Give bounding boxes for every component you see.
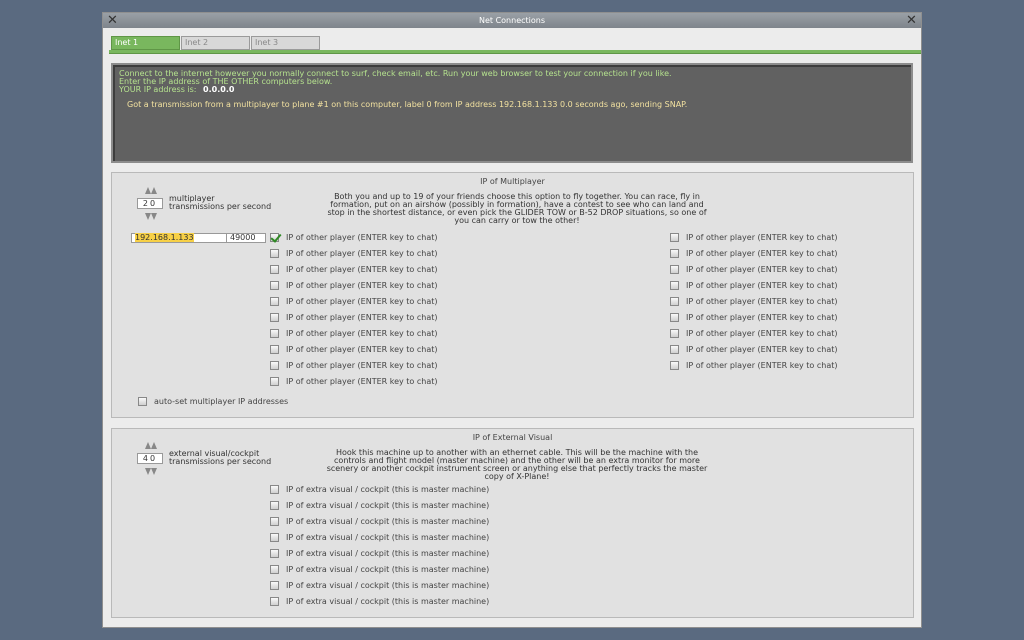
external-rate-spinner[interactable]: 40 (137, 442, 163, 478)
multiplayer-rate-spinner[interactable]: 20 (137, 187, 163, 223)
player-ip-label: IP of other player (ENTER key to chat) (686, 345, 838, 354)
multiplayer-description: Both you and up to 19 of your friends ch… (292, 193, 742, 225)
extra-visual-ip-label: IP of extra visual / cockpit (this is ma… (286, 549, 490, 558)
player-ip-label: IP of other player (ENTER key to chat) (686, 265, 838, 274)
extra-visual-ip-checkbox[interactable] (270, 501, 279, 510)
multiplayer-rate-label-2: transmissions per second (169, 202, 272, 211)
extra-visual-ip-label: IP of extra visual / cockpit (this is ma… (286, 597, 490, 606)
external-description: Hook this machine up to another with an … (292, 449, 742, 481)
player-ip-checkbox[interactable] (670, 345, 679, 354)
spinner-arrows-icon[interactable] (145, 212, 157, 220)
external-visual-panel: IP of External Visual 40 external visual… (111, 428, 914, 618)
ip-value: 0.0.0.0 (203, 85, 235, 94)
status-console: Connect to the internet however you norm… (111, 63, 913, 163)
player-ip-checkbox[interactable] (270, 281, 279, 290)
extra-visual-ip-checkbox[interactable] (270, 533, 279, 542)
net-connections-window: ✕ Net Connections ✕ Inet 1 Inet 2 Inet 3… (102, 12, 922, 628)
window-title: Net Connections (478, 16, 546, 25)
extra-visual-ip-label: IP of extra visual / cockpit (this is ma… (286, 501, 490, 510)
extra-visual-ip-checkbox[interactable] (270, 565, 279, 574)
tab-inet-1[interactable]: Inet 1 (111, 36, 180, 50)
player-1-ip-value: 192.168.1.133 (135, 233, 194, 242)
extra-visual-ip-label: IP of extra visual / cockpit (this is ma… (286, 581, 490, 590)
extra-visual-ip-checkbox[interactable] (270, 485, 279, 494)
extra-visual-ip-checkbox[interactable] (270, 517, 279, 526)
player-ip-label: IP of other player (ENTER key to chat) (286, 329, 438, 338)
player-ip-label: IP of other player (ENTER key to chat) (686, 313, 838, 322)
extra-visual-ip-checkbox[interactable] (270, 549, 279, 558)
console-message: Got a transmission from a multiplayer to… (127, 100, 688, 109)
player-ip-checkbox[interactable] (270, 297, 279, 306)
desc-line: you can carry or tow the other! (454, 216, 580, 225)
console-ip-line: YOUR IP address is: 0.0.0.0 (119, 86, 234, 94)
desc-line: copy of X-Plane! (484, 472, 550, 481)
player-ip-checkbox[interactable] (270, 345, 279, 354)
auto-set-label: auto-set multiplayer IP addresses (154, 397, 289, 406)
player-ip-checkbox[interactable] (670, 233, 679, 242)
player-ip-checkbox[interactable] (270, 265, 279, 274)
external-rate-value[interactable]: 40 (137, 453, 163, 464)
player-ip-label: IP of other player (ENTER key to chat) (686, 249, 838, 258)
player-ip-checkbox[interactable] (270, 313, 279, 322)
spinner-arrows-icon[interactable] (145, 442, 157, 450)
spinner-arrows-icon[interactable] (145, 467, 157, 475)
extra-visual-ip-label: IP of extra visual / cockpit (this is ma… (286, 517, 490, 526)
extra-visual-ip-checkbox[interactable] (270, 597, 279, 606)
multiplayer-rate-value[interactable]: 20 (137, 198, 163, 209)
player-ip-label: IP of other player (ENTER key to chat) (686, 281, 838, 290)
player-ip-checkbox[interactable] (670, 297, 679, 306)
player-ip-label: IP of other player (ENTER key to chat) (286, 361, 438, 370)
extra-visual-ip-label: IP of extra visual / cockpit (this is ma… (286, 533, 490, 542)
player-1-port-input[interactable]: 49000 (226, 233, 266, 243)
extra-visual-ip-checkbox[interactable] (270, 581, 279, 590)
multiplayer-title: IP of Multiplayer (480, 177, 545, 186)
player-ip-checkbox[interactable] (270, 377, 279, 386)
player-ip-checkbox[interactable] (270, 249, 279, 258)
player-ip-label: IP of other player (ENTER key to chat) (686, 297, 838, 306)
player-ip-label: IP of other player (ENTER key to chat) (286, 233, 438, 242)
player-ip-label: IP of other player (ENTER key to chat) (686, 233, 838, 242)
close-icon[interactable]: ✕ (105, 13, 120, 28)
tab-inet-2[interactable]: Inet 2 (181, 36, 250, 50)
player-ip-checkbox[interactable] (670, 361, 679, 370)
external-visual-title: IP of External Visual (472, 433, 553, 442)
player-ip-label: IP of other player (ENTER key to chat) (286, 249, 438, 258)
external-rate-label-2: transmissions per second (169, 457, 272, 466)
multiplayer-panel: IP of Multiplayer 20 multiplayer transmi… (111, 172, 914, 418)
player-ip-checkbox[interactable] (670, 329, 679, 338)
player-ip-label: IP of other player (ENTER key to chat) (286, 313, 438, 322)
player-ip-checkbox[interactable] (670, 265, 679, 274)
extra-visual-ip-label: IP of extra visual / cockpit (this is ma… (286, 485, 490, 494)
player-ip-label: IP of other player (ENTER key to chat) (686, 361, 838, 370)
player-ip-checkbox[interactable] (270, 233, 279, 242)
player-ip-label: IP of other player (ENTER key to chat) (686, 329, 838, 338)
player-1-ip-input[interactable]: 192.168.1.133 (131, 233, 227, 243)
player-ip-checkbox[interactable] (270, 361, 279, 370)
tab-inet-3[interactable]: Inet 3 (251, 36, 320, 50)
player-ip-checkbox[interactable] (670, 249, 679, 258)
close-icon[interactable]: ✕ (904, 13, 919, 28)
extra-visual-ip-label: IP of extra visual / cockpit (this is ma… (286, 565, 490, 574)
auto-set-checkbox[interactable] (138, 397, 147, 406)
player-ip-label: IP of other player (ENTER key to chat) (286, 377, 438, 386)
spinner-arrows-icon[interactable] (145, 187, 157, 195)
player-ip-checkbox[interactable] (270, 329, 279, 338)
player-ip-label: IP of other player (ENTER key to chat) (286, 265, 438, 274)
player-ip-checkbox[interactable] (670, 313, 679, 322)
ip-label: YOUR IP address is: (119, 85, 197, 94)
player-ip-label: IP of other player (ENTER key to chat) (286, 297, 438, 306)
tab-underline (109, 50, 921, 54)
player-ip-checkbox[interactable] (670, 281, 679, 290)
player-ip-label: IP of other player (ENTER key to chat) (286, 345, 438, 354)
title-bar: ✕ Net Connections ✕ (103, 13, 921, 28)
player-ip-label: IP of other player (ENTER key to chat) (286, 281, 438, 290)
